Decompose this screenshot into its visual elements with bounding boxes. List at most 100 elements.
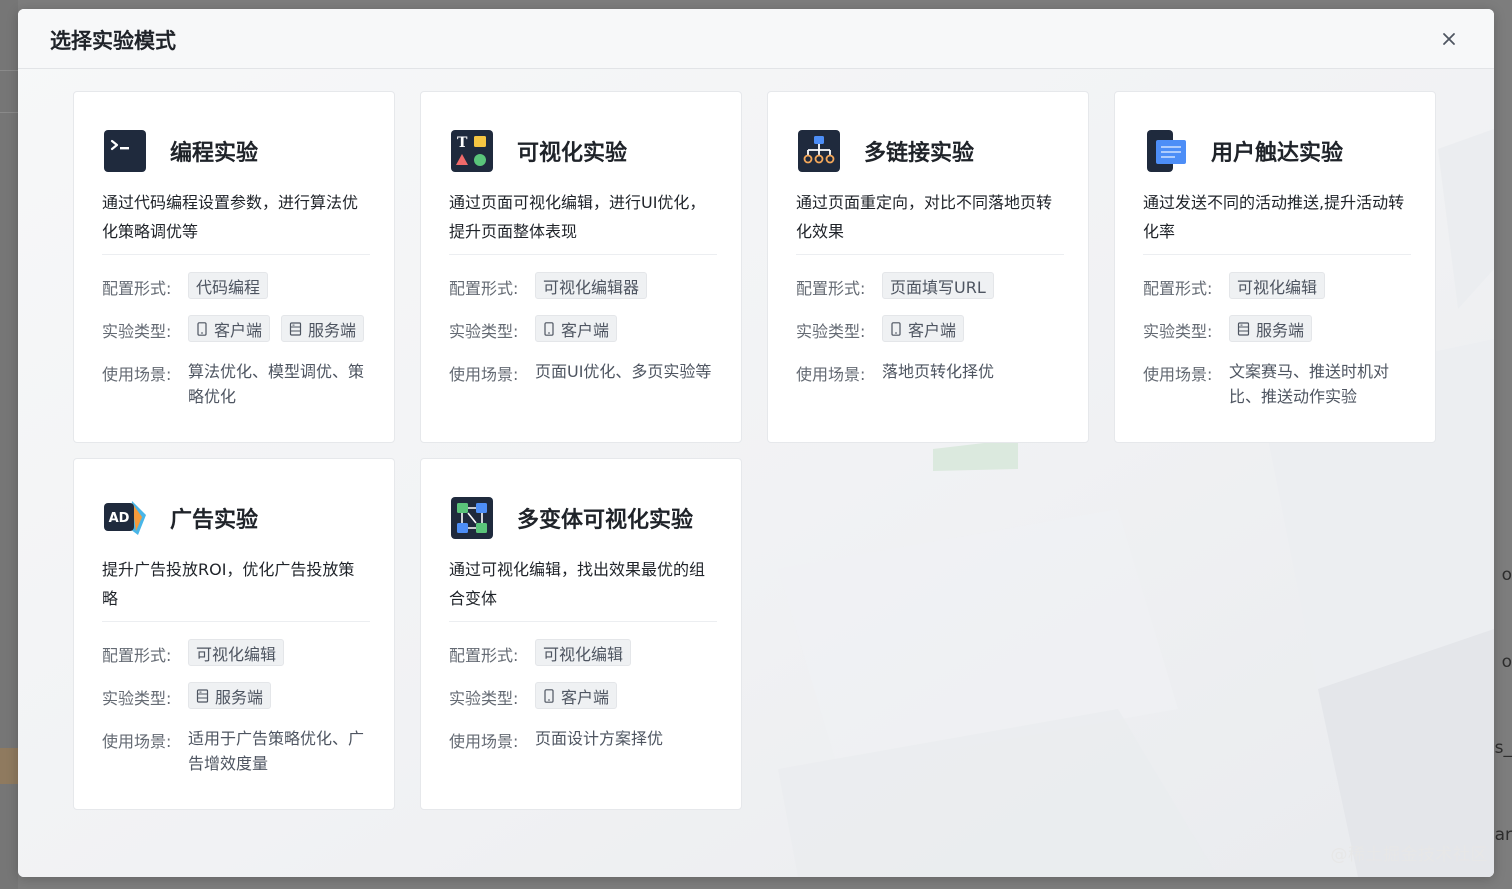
type-tag: 服务端	[281, 315, 365, 342]
type-label: 实验类型:	[449, 689, 519, 708]
mode-card-multilink[interactable]: 多链接实验 通过页面重定向，对比不同落地页转化效果 配置形式: 页面填写URL …	[767, 91, 1089, 443]
mobile-icon	[544, 688, 554, 703]
card-title: 广告实验	[170, 508, 259, 533]
card-description: 通过页面重定向，对比不同落地页转化效果	[796, 193, 1053, 241]
close-icon[interactable]	[1438, 28, 1460, 50]
message-phone-icon	[1147, 130, 1186, 172]
type-tags: 服务端	[188, 682, 272, 709]
scene-text: 落地页转化择优	[882, 362, 995, 381]
config-tag: 可视化编辑	[1229, 272, 1326, 299]
config-tag: 页面填写URL	[882, 272, 994, 299]
mode-card-programming[interactable]: 编程实验 通过代码编程设置参数，进行算法优化策略调优等 配置形式: 代码编程 实…	[73, 91, 395, 443]
config-label: 配置形式:	[796, 279, 866, 298]
experiment-mode-modal: 选择实验模式 编程实验 通过代码编程设置参数，进行算法优化策略调优等 配置形式:…	[18, 9, 1494, 877]
type-tag-label: 服务端	[215, 687, 264, 707]
config-tag: 可视化编辑	[188, 639, 285, 666]
background-text: s_	[1494, 738, 1512, 758]
mode-card-user-reach[interactable]: 用户触达实验 通过发送不同的活动推送,提升活动转化率 配置形式: 可视化编辑 实…	[1114, 91, 1436, 443]
terminal-icon	[104, 130, 146, 172]
type-tag: 客户端	[535, 315, 618, 342]
type-tag-label: 客户端	[561, 320, 610, 340]
scene-label: 使用场景:	[102, 365, 172, 384]
divider	[449, 621, 717, 622]
type-tags: 客户端	[882, 315, 965, 342]
config-tags: 代码编程	[188, 272, 269, 299]
scene-label: 使用场景:	[449, 365, 519, 384]
card-title: 多链接实验	[864, 141, 975, 166]
scene-text: 页面设计方案择优	[535, 729, 664, 748]
scene-text: 算法优化、模型调优、策略优化	[188, 362, 365, 406]
card-title: 编程实验	[170, 141, 259, 166]
svg-text:AD: AD	[109, 511, 130, 526]
divider	[796, 254, 1064, 255]
svg-text:T: T	[457, 135, 468, 151]
mode-card-ad[interactable]: AD 广告实验 提升广告投放ROI，优化广告投放策略 配置形式: 可视化编辑 实…	[73, 458, 395, 810]
server-icon	[196, 688, 209, 703]
scene-label: 使用场景:	[796, 365, 866, 384]
card-title: 可视化实验	[517, 141, 628, 166]
type-tag-label: 服务端	[1256, 320, 1305, 340]
scene-text: 页面UI优化、多页实验等	[535, 362, 712, 381]
config-label: 配置形式:	[449, 646, 519, 665]
type-label: 实验类型:	[1143, 322, 1213, 341]
mode-card-multivariant[interactable]: 多变体可视化实验 通过可视化编辑，找出效果最优的组合变体 配置形式: 可视化编辑…	[420, 458, 742, 810]
background-divider	[0, 70, 18, 71]
config-tag: 可视化编辑器	[535, 272, 648, 299]
config-tag: 代码编程	[188, 272, 269, 299]
server-icon	[289, 321, 302, 336]
card-description: 通过发送不同的活动推送,提升活动转化率	[1143, 193, 1405, 241]
config-label: 配置形式:	[449, 279, 519, 298]
scene-text: 文案赛马、推送时机对比、推送动作实验	[1229, 362, 1390, 406]
divider	[102, 621, 370, 622]
background-highlight	[0, 748, 18, 784]
config-tags: 可视化编辑器	[535, 272, 648, 299]
watermark: @稀土掘金技术社区	[1330, 845, 1488, 865]
mobile-icon	[197, 321, 207, 336]
scene-label: 使用场景:	[449, 732, 519, 751]
card-description: 通过页面可视化编辑，进行UI优化，提升页面整体表现	[449, 193, 706, 241]
config-tags: 可视化编辑	[535, 639, 632, 666]
type-tag: 服务端	[188, 682, 272, 709]
type-tag: 服务端	[1229, 315, 1313, 342]
config-label: 配置形式:	[102, 279, 172, 298]
config-label: 配置形式:	[1143, 279, 1213, 298]
shapes-icon: T	[451, 130, 493, 172]
type-label: 实验类型:	[102, 689, 172, 708]
config-tag: 可视化编辑	[535, 639, 632, 666]
card-description: 通过代码编程设置参数，进行算法优化策略调优等	[102, 193, 359, 241]
type-tag-label: 客户端	[561, 687, 610, 707]
type-tag-label: 客户端	[908, 320, 957, 340]
mobile-icon	[544, 321, 554, 336]
server-icon	[1237, 321, 1250, 336]
divider	[102, 254, 370, 255]
mode-card-visual[interactable]: T 可视化实验 通过页面可视化编辑，进行UI优化，提升页面整体表现 配置形式: …	[420, 91, 742, 443]
modal-title: 选择实验模式	[50, 29, 176, 53]
config-tags: 可视化编辑	[1229, 272, 1326, 299]
modal-header: 选择实验模式	[18, 9, 1494, 69]
type-tags: 服务端	[1229, 315, 1313, 342]
type-label: 实验类型:	[102, 322, 172, 341]
divider	[1143, 254, 1411, 255]
card-title: 多变体可视化实验	[517, 508, 694, 533]
card-description: 通过可视化编辑，找出效果最优的组合变体	[449, 560, 706, 608]
scene-label: 使用场景:	[1143, 365, 1213, 384]
ad-icon: AD	[104, 501, 146, 535]
card-title: 用户触达实验	[1211, 141, 1344, 166]
config-tags: 可视化编辑	[188, 639, 285, 666]
divider	[449, 254, 717, 255]
config-tags: 页面填写URL	[882, 272, 994, 299]
card-description: 提升广告投放ROI，优化广告投放策略	[102, 560, 355, 608]
scene-label: 使用场景:	[102, 732, 172, 751]
scene-text: 适用于广告策略优化、广告增效度量	[188, 729, 365, 773]
background-text: o	[1501, 565, 1512, 585]
background-text: o	[1501, 652, 1512, 672]
type-tag-label: 服务端	[308, 320, 357, 340]
type-tag: 客户端	[882, 315, 965, 342]
background-divider	[0, 112, 18, 113]
link-tree-icon	[798, 130, 840, 172]
type-tag: 客户端	[188, 315, 271, 342]
type-label: 实验类型:	[449, 322, 519, 341]
type-tag: 客户端	[535, 682, 618, 709]
grid-flow-icon	[451, 497, 493, 539]
type-tags: 客户端	[535, 315, 618, 342]
